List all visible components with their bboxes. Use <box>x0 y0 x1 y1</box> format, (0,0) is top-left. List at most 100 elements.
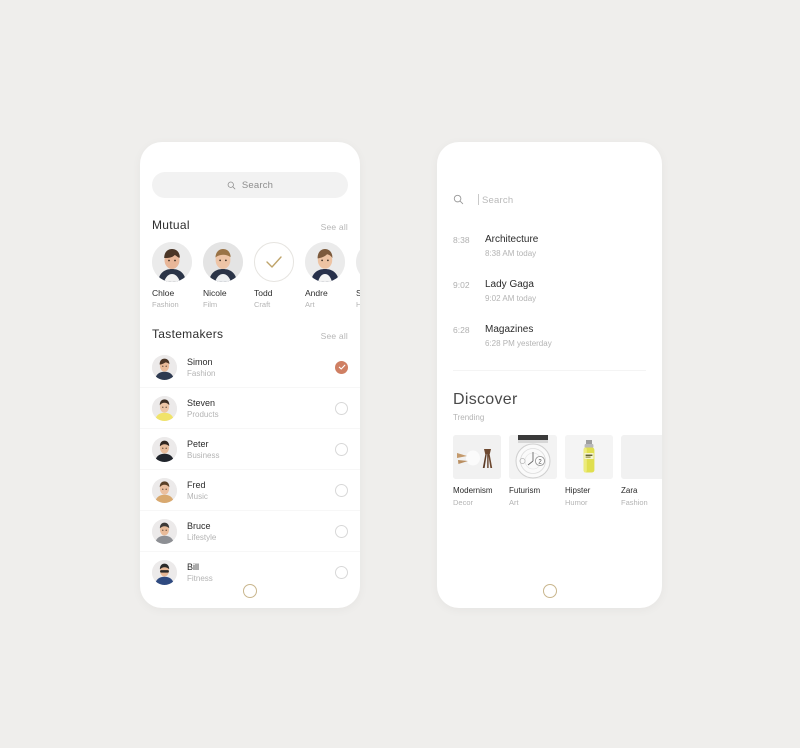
home-button[interactable] <box>243 584 257 598</box>
alert-subtitle: 9:02 AM today <box>485 294 537 303</box>
alert-title: Magazines <box>485 324 534 335</box>
list-item-name: Peter <box>187 438 209 449</box>
list-item-text: Fred Music <box>187 480 335 501</box>
avatar <box>356 242 360 282</box>
list-item-text: Steven Products <box>187 398 335 419</box>
list-item-tag: Fitness <box>187 573 213 583</box>
mutual-item-tag: Craft <box>254 300 271 309</box>
search-icon <box>227 181 236 189</box>
list-item-tag: Lifestyle <box>187 532 217 542</box>
card-tag: Art <box>509 498 519 507</box>
search-input[interactable]: Search <box>437 190 662 208</box>
alert-time: 8:38 <box>453 235 470 245</box>
card-thumbnail-watch-dial: 2 <box>509 435 557 479</box>
search-icon <box>453 194 464 204</box>
home-button[interactable] <box>542 584 557 598</box>
avatar <box>152 395 177 421</box>
selected-check-avatar <box>254 242 294 282</box>
mutual-avatar-row[interactable]: Chloe Fashion Nicole Film Todd Craft And… <box>140 232 360 309</box>
list-item-name: Bill <box>187 561 200 572</box>
select-toggle[interactable] <box>335 524 348 538</box>
card-tag: Decor <box>453 498 474 507</box>
alert-title: Lady Gaga <box>485 279 534 290</box>
list-item-tag: Products <box>187 409 219 419</box>
list-item-tag: Fashion <box>187 368 216 378</box>
home-indicator-bar <box>437 584 662 598</box>
list-item-tag: Music <box>187 491 208 501</box>
mutual-item-stan[interactable]: Stan Humor <box>356 242 360 309</box>
mutual-item-tag: Humor <box>356 300 360 309</box>
list-item-text: Bruce Lifestyle <box>187 521 335 542</box>
phone-left: Search Mutual See all Chloe Fashion Nico… <box>140 142 360 608</box>
alerts-list: 8:38 Architecture 8:38 AM today 9:02 Lad… <box>437 234 662 348</box>
search-placeholder: Search <box>241 179 274 191</box>
mutual-see-all-link[interactable]: See all <box>321 222 348 232</box>
list-item-name: Bruce <box>187 520 211 531</box>
list-item[interactable]: Fred Music <box>140 470 360 511</box>
select-toggle[interactable] <box>335 442 348 456</box>
list-item-text: Bill Fitness <box>187 562 335 583</box>
list-item-text: Peter Business <box>187 439 335 460</box>
mutual-item-andre[interactable]: Andre Art <box>305 242 345 309</box>
select-toggle[interactable] <box>335 401 348 415</box>
tastemakers-section-header: Tastemakers See all <box>140 327 360 341</box>
list-item[interactable]: 6:28 Magazines 6:28 PM yesterday <box>437 324 662 348</box>
check-icon <box>266 256 282 268</box>
card-name: Zara <box>621 486 638 495</box>
mutual-item-name: Nicole <box>203 288 227 298</box>
mutual-section-header: Mutual See all <box>140 218 360 232</box>
card-tag: Fashion <box>621 498 648 507</box>
list-item-name: Steven <box>187 397 216 408</box>
select-toggle[interactable] <box>335 483 348 497</box>
card-tag: Humor <box>565 498 588 507</box>
select-toggle[interactable] <box>335 565 348 579</box>
discover-card-hipster[interactable]: Hipster Humor <box>565 435 613 507</box>
search-placeholder: Search <box>482 195 514 206</box>
mutual-item-chloe[interactable]: Chloe Fashion <box>152 242 192 309</box>
mutual-item-name: Stan <box>356 288 360 298</box>
tastemakers-see-all-link[interactable]: See all <box>321 331 348 341</box>
tastemakers-list: Simon Fashion Steven Products Peter Busi… <box>140 347 360 592</box>
avatar <box>152 477 177 503</box>
select-toggle-checked[interactable] <box>335 360 348 374</box>
tastemakers-title: Tastemakers <box>152 327 224 341</box>
avatar <box>305 242 345 282</box>
list-item[interactable]: 8:38 Architecture 8:38 AM today <box>437 234 662 258</box>
check-icon <box>338 364 345 370</box>
phone-right: Search 8:38 Architecture 8:38 AM today 9… <box>437 142 662 608</box>
home-indicator-bar <box>140 584 360 598</box>
card-thumbnail-clipped <box>621 435 662 479</box>
discover-title: Discover <box>453 391 518 408</box>
list-item[interactable]: Peter Business <box>140 429 360 470</box>
card-thumbnail-yellow-bottle <box>565 435 613 479</box>
mutual-title: Mutual <box>152 218 190 232</box>
card-name: Hipster <box>565 486 591 495</box>
mutual-item-nicole[interactable]: Nicole Film <box>203 242 243 309</box>
list-item[interactable]: 9:02 Lady Gaga 9:02 AM today <box>437 279 662 303</box>
mutual-item-name: Chloe <box>152 288 175 298</box>
list-item-text: Simon Fashion <box>187 357 335 378</box>
avatar <box>203 242 243 282</box>
section-divider <box>453 370 646 371</box>
alert-text: Lady Gaga 9:02 AM today <box>485 279 536 303</box>
discover-card-modernism[interactable]: Modernism Decor <box>453 435 501 507</box>
mutual-item-tag: Fashion <box>152 300 179 309</box>
list-item[interactable]: Steven Products <box>140 388 360 429</box>
alert-subtitle: 6:28 PM yesterday <box>485 339 552 348</box>
alert-subtitle: 8:38 AM today <box>485 249 537 258</box>
mutual-item-tag: Art <box>305 300 315 309</box>
discover-card-row[interactable]: Modernism Decor 2 Futurism Art Hipster H… <box>437 422 662 507</box>
avatar <box>152 354 177 380</box>
discover-card-futurism[interactable]: 2 Futurism Art <box>509 435 557 507</box>
mutual-item-todd[interactable]: Todd Craft <box>254 242 294 309</box>
discover-card-zara[interactable]: Zara Fashion <box>621 435 662 507</box>
search-field-content: Search <box>478 190 513 208</box>
search-input[interactable]: Search <box>152 172 348 198</box>
mutual-item-tag: Film <box>203 300 218 309</box>
list-item[interactable]: Bruce Lifestyle <box>140 511 360 552</box>
list-item[interactable]: Simon Fashion <box>140 347 360 388</box>
mutual-item-name: Todd <box>254 288 273 298</box>
avatar <box>152 242 192 282</box>
text-cursor <box>478 194 479 205</box>
mutual-item-name: Andre <box>305 288 328 298</box>
